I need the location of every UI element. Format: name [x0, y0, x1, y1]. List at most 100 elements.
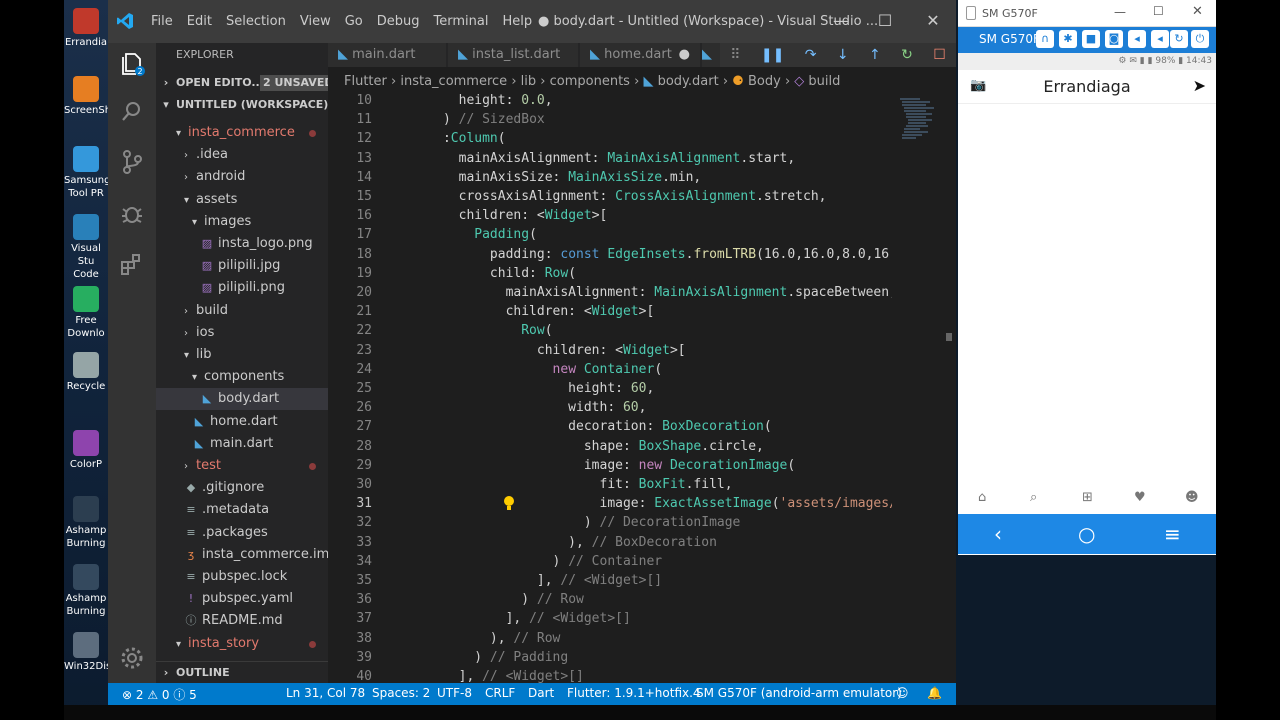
tree-item[interactable]: ≡ .packages	[156, 522, 328, 544]
minimap[interactable]	[892, 93, 942, 683]
language-mode[interactable]: Dart	[528, 686, 554, 700]
breadcrumb-file[interactable]: body.dart	[658, 74, 719, 89]
desktop-icon[interactable]: Samsung Tool PR	[64, 146, 110, 200]
editor-tab[interactable]: ◣ insta_list.dart	[448, 43, 578, 67]
tree-item[interactable]: ◣ main.dart	[156, 433, 328, 455]
explorer-icon[interactable]: 2	[118, 49, 146, 77]
indentation[interactable]: Spaces: 2	[372, 686, 430, 700]
step-over-icon[interactable]: ↷	[805, 47, 817, 63]
tree-item[interactable]: ▾ insta_commerce	[156, 122, 328, 144]
breadcrumb-flutter[interactable]: Flutter	[344, 74, 387, 89]
tree-item[interactable]: ▾ lib	[156, 344, 328, 366]
emulator-maximize-button[interactable]: ☐	[1153, 4, 1164, 18]
heart-icon[interactable]: ♥	[1134, 490, 1146, 505]
drag-handle-icon[interactable]: ⠿	[730, 47, 740, 63]
outline-section[interactable]: › OUTLINE	[156, 661, 328, 683]
menu-item-edit[interactable]: Edit	[180, 14, 219, 29]
tree-item[interactable]: ▨ pilipili.jpg	[156, 255, 328, 277]
editor-tab[interactable]: ◣ home.dart ●	[580, 43, 700, 67]
desktop-icon[interactable]: Visual Stu Code	[64, 214, 108, 281]
vertical-scrollbar[interactable]	[942, 93, 956, 683]
cursor-position[interactable]: Ln 31, Col 78	[286, 686, 365, 700]
active-tab-icon[interactable]: ◣	[702, 43, 720, 67]
recents-icon[interactable]: ≡	[1164, 522, 1181, 546]
desktop-icon[interactable]: Ashamp Burning	[64, 564, 108, 618]
desktop-icon[interactable]: ScreenSh	[64, 76, 111, 117]
add-icon[interactable]: ⊞	[1082, 490, 1093, 505]
tree-item[interactable]: ▨ pilipili.png	[156, 277, 328, 299]
editor-tab[interactable]: ◣ main.dart	[328, 43, 446, 67]
tree-item[interactable]: › build	[156, 300, 328, 322]
menu-item-view[interactable]: View	[293, 14, 338, 29]
step-out-icon[interactable]: ↑	[869, 47, 881, 63]
close-button[interactable]: ✕	[922, 10, 944, 32]
tree-item[interactable]: ◣ body.dart	[156, 388, 328, 411]
flutter-version[interactable]: Flutter: 1.9.1+hotfix.4	[567, 686, 701, 700]
step-into-icon[interactable]: ↓	[837, 47, 849, 63]
tree-item[interactable]: › ios	[156, 322, 328, 344]
screenshot-icon[interactable]: ◙	[1105, 30, 1123, 48]
emulator-close-button[interactable]: ✕	[1192, 4, 1203, 19]
headphones-icon[interactable]: ∩	[1036, 30, 1054, 48]
volume-up-icon[interactable]: ◂	[1151, 30, 1169, 48]
device-selector[interactable]: SM G570F (android-arm emulator)	[696, 686, 902, 700]
rotate-icon[interactable]: ↻	[1170, 30, 1188, 48]
menu-item-debug[interactable]: Debug	[370, 14, 427, 29]
tree-item[interactable]: › test	[156, 455, 328, 477]
source-control-icon[interactable]	[118, 148, 146, 176]
volume-down-icon[interactable]: ◂	[1128, 30, 1146, 48]
tree-item[interactable]: › android	[156, 166, 328, 188]
desktop-icon[interactable]: Ashamp Burning	[64, 496, 108, 550]
record-icon[interactable]: ■	[1082, 30, 1100, 48]
desktop-icon[interactable]: Errandia	[64, 8, 108, 49]
search-icon[interactable]: ⌕	[1030, 490, 1037, 505]
tree-item[interactable]: ▾ assets	[156, 189, 328, 211]
tree-item[interactable]: ▾ images	[156, 211, 328, 233]
tree-item[interactable]: ▾ components	[156, 366, 328, 388]
tree-item[interactable]: ⓘ README.md	[156, 610, 328, 632]
tree-item[interactable]: › .idea	[156, 144, 328, 166]
profile-icon[interactable]: ☻	[1185, 490, 1199, 505]
tree-item[interactable]: ! pubspec.yaml	[156, 588, 328, 610]
line-ending[interactable]: CRLF	[485, 686, 515, 700]
breadcrumb-lib[interactable]: lib	[521, 74, 536, 89]
encoding[interactable]: UTF-8	[437, 686, 472, 700]
scrollbar-thumb[interactable]	[946, 333, 952, 341]
breadcrumb-components[interactable]: components	[550, 74, 630, 89]
feedback-icon[interactable]: ☺	[896, 686, 909, 700]
pause-icon[interactable]: ❚❚	[761, 47, 784, 63]
settings-gear-icon[interactable]	[118, 644, 146, 672]
power-icon[interactable]: ⏻	[1191, 30, 1209, 48]
problems-indicator[interactable]: ⊗ 2 ⚠ 0 ⓘ 5	[122, 686, 197, 703]
restart-icon[interactable]: ↻	[901, 47, 913, 63]
tree-item[interactable]: ≡ pubspec.lock	[156, 566, 328, 588]
tab-dirty-indicator[interactable]: ●	[679, 43, 690, 67]
debug-icon[interactable]	[118, 200, 146, 228]
send-icon[interactable]: ➤	[1193, 76, 1206, 95]
tree-item[interactable]: ʒ insta_commerce.iml	[156, 544, 333, 566]
desktop-icon[interactable]: ColorP	[64, 430, 108, 471]
menu-item-help[interactable]: Help	[495, 14, 539, 29]
notifications-bell-icon[interactable]: 🔔	[927, 686, 942, 700]
home-circle-icon[interactable]: ○	[1078, 522, 1095, 546]
menu-item-go[interactable]: Go	[338, 14, 370, 29]
maximize-button[interactable]: ☐	[874, 10, 896, 32]
tree-item[interactable]: ◣ home.dart	[156, 411, 328, 433]
breadcrumb-class[interactable]: Body	[748, 74, 781, 89]
lightbulb-icon[interactable]	[502, 495, 516, 511]
settings-icon[interactable]: ✱	[1059, 30, 1077, 48]
tree-item[interactable]: ▨ insta_logo.png	[156, 233, 328, 255]
extensions-icon[interactable]	[118, 251, 146, 279]
home-icon[interactable]: ⌂	[978, 490, 986, 505]
desktop-icon[interactable]: Recycle	[64, 352, 108, 393]
breadcrumb-project[interactable]: insta_commerce	[400, 74, 507, 89]
menu-item-terminal[interactable]: Terminal	[427, 14, 496, 29]
tree-item[interactable]: ◆ .gitignore	[156, 477, 328, 499]
open-editors-section[interactable]: › OPEN EDITO... 2 UNSAVED	[156, 72, 337, 94]
breadcrumb-method[interactable]: build	[808, 74, 840, 89]
tree-item[interactable]: ≡ .metadata	[156, 499, 328, 521]
minimize-button[interactable]: —	[830, 10, 852, 32]
menu-item-selection[interactable]: Selection	[219, 14, 293, 29]
stop-icon[interactable]: ☐	[933, 47, 946, 63]
workspace-section[interactable]: ▾ UNTITLED (WORKSPACE)	[156, 94, 328, 116]
